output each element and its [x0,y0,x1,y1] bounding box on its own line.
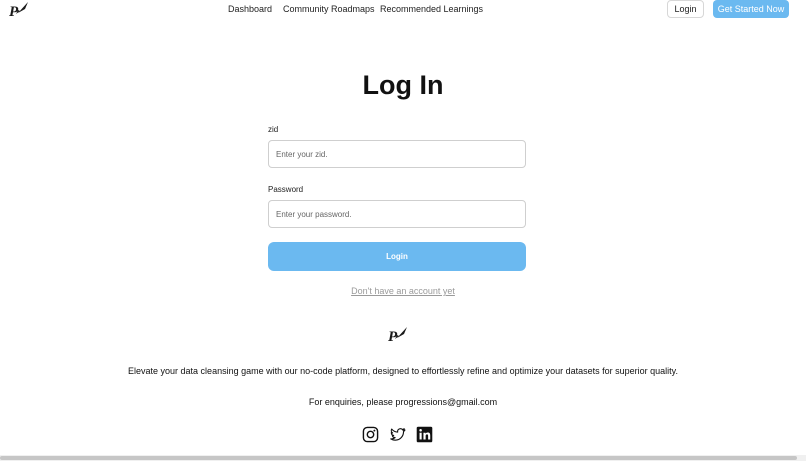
password-input[interactable] [268,200,526,228]
signup-link[interactable]: Don't have an account yet [0,286,806,296]
linkedin-icon[interactable] [416,426,433,443]
footer-contact: For enquiries, please progressions@gmail… [308,397,498,407]
nav-dashboard[interactable]: Dashboard [228,4,272,14]
rocket-p-logo-icon: P [388,327,407,345]
zid-input[interactable] [268,140,526,168]
horizontal-scrollbar[interactable] [0,455,806,461]
login-submit-button[interactable]: Login [268,242,526,271]
get-started-button[interactable]: Get Started Now [713,0,789,18]
scrollbar-thumb[interactable] [0,456,797,460]
zid-label: zid [268,125,279,134]
password-label: Password [268,185,304,194]
nav-community-roadmaps[interactable]: Community Roadmaps [283,4,375,14]
page-title: Log In [362,70,444,100]
twitter-icon[interactable] [389,426,406,443]
login-page: P Dashboard Community Roadmaps Recommend… [0,0,806,461]
nav-recommended-learnings[interactable]: Recommended Learnings [380,4,483,14]
footer-description: Elevate your data cleansing game with ou… [128,366,678,376]
header-login-button[interactable]: Login [667,0,704,18]
instagram-icon[interactable] [362,426,379,443]
